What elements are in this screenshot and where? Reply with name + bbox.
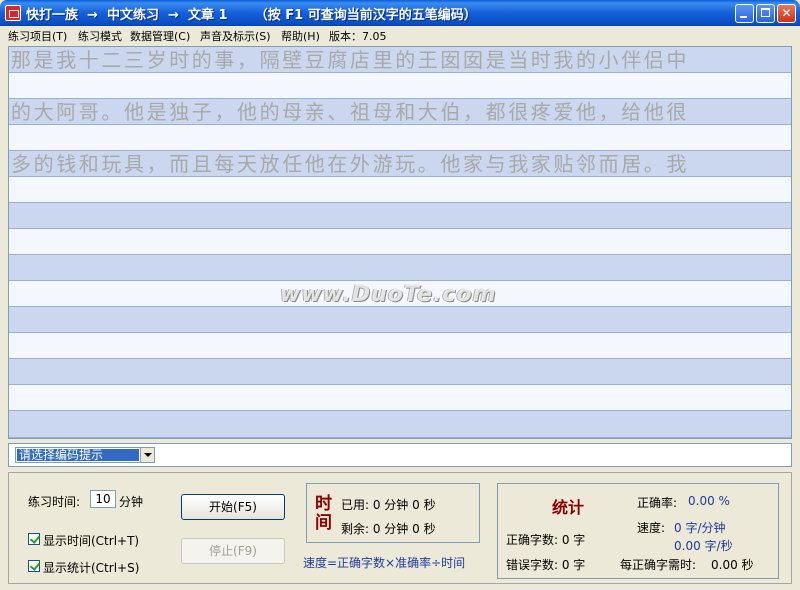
title-bar: 快打一族 → 中文练习 → 文章 1 （按 F1 可查询当前汉字的五笔编码） ✕ (0, 0, 800, 26)
time-remaining: 剩余: 0 分钟 0 秒 (341, 522, 436, 536)
start-button[interactable]: 开始(F5) (181, 494, 285, 520)
text-line-row (9, 203, 791, 229)
time-per-char-label: 每正确字需时: (620, 558, 697, 572)
control-panel: 练习时间: 10 分钟 显示时间(Ctrl+T) 显示统计(Ctrl+S) 开始… (8, 472, 792, 584)
close-icon: ✕ (781, 6, 792, 20)
time-panel: 时 间 已用: 0 分钟 0 秒 剩余: 0 分钟 0 秒 (306, 483, 480, 543)
speed-formula: 速度=正确字数×准确率÷时间 (303, 556, 466, 570)
watermark: www.DuoTe.com (280, 282, 497, 307)
menu-practice-mode[interactable]: 练习模式 (78, 28, 122, 44)
menu-version: 版本：7.05 (329, 30, 387, 43)
text-line-row (9, 255, 791, 281)
typing-input-row[interactable] (9, 125, 791, 151)
minimize-icon (740, 16, 747, 18)
typing-input-row[interactable] (9, 229, 791, 255)
app-icon (5, 5, 21, 21)
accuracy-label: 正确率: (637, 496, 678, 510)
correct-count: 正确字数: 0 字 (506, 533, 586, 547)
encoding-hint-select[interactable]: 请选择编码提示 (15, 447, 155, 463)
stats-title: 统计 (552, 498, 585, 517)
encoding-hint-value: 请选择编码提示 (17, 449, 139, 461)
practice-text-line: 那是我十二三岁时的事，隔壁豆腐店里的王囡囡是当时我的小伴侣中 (11, 48, 689, 72)
menu-bar: 练习项目(T) 练习模式 数据管理(C) 声音及标示(S) 帮助(H) 版本：7… (0, 26, 800, 44)
time-per-char-value: 0.00 秒 (711, 558, 754, 572)
text-line-row: 多的钱和玩具，而且每天放任他在外游玩。他家与我家贴邻而居。我 (9, 151, 791, 177)
close-button[interactable]: ✕ (777, 4, 796, 23)
show-stats-label[interactable]: 显示统计(Ctrl+S) (43, 559, 139, 576)
show-time-label[interactable]: 显示时间(Ctrl+T) (43, 532, 139, 549)
menu-practice-items[interactable]: 练习项目(T) (8, 28, 67, 44)
time-used: 已用: 0 分钟 0 秒 (341, 498, 436, 512)
typing-input-row[interactable] (9, 73, 791, 99)
practice-time-unit: 分钟 (119, 495, 144, 509)
text-line-row (9, 359, 791, 385)
menu-help[interactable]: 帮助(H) (281, 28, 320, 44)
typing-input-row[interactable] (9, 333, 791, 359)
typing-input-row[interactable] (9, 177, 791, 203)
maximize-button[interactable] (756, 4, 775, 23)
stats-panel: 统计 正确字数: 0 字 错误字数: 0 字 正确率: 0.00 % 速度: 0… (497, 483, 779, 579)
show-time-checkbox[interactable] (28, 533, 40, 545)
text-line-row (9, 411, 791, 438)
text-line-row: 那是我十二三岁时的事，隔壁豆腐店里的王囡囡是当时我的小伴侣中 (9, 47, 791, 73)
menu-data-management[interactable]: 数据管理(C) (130, 28, 190, 44)
practice-time-input[interactable]: 10 (90, 490, 116, 508)
typing-input-row[interactable] (9, 385, 791, 411)
show-stats-checkbox[interactable] (28, 560, 40, 572)
window-title: 快打一族 → 中文练习 → 文章 1 （按 F1 可查询当前汉字的五笔编码） (26, 8, 477, 23)
hint-bar: 请选择编码提示 (8, 443, 792, 467)
minimize-button[interactable] (735, 4, 754, 23)
speed-per-min: 0 字/分钟 (674, 521, 726, 535)
stop-button[interactable]: 停止(F9) (181, 538, 285, 564)
menu-sound-markers[interactable]: 声音及标示(S) (200, 28, 271, 44)
text-line-row: 的大阿哥。他是独子，他的母亲、祖母和大伯，都很疼爱他，给他很 (9, 99, 791, 125)
practice-area: 那是我十二三岁时的事，隔壁豆腐店里的王囡囡是当时我的小伴侣中 的大阿哥。他是独子… (8, 46, 792, 439)
accuracy-value: 0.00 % (688, 494, 730, 508)
time-title-2: 间 (315, 513, 332, 533)
maximize-icon (761, 8, 770, 17)
time-title-1: 时 (315, 494, 332, 514)
speed-per-sec: 0.00 字/秒 (674, 539, 733, 553)
practice-text-line: 多的钱和玩具，而且每天放任他在外游玩。他家与我家贴邻而居。我 (11, 152, 689, 176)
dropdown-arrow-icon[interactable] (140, 448, 154, 462)
practice-time-label: 练习时间: (28, 495, 81, 509)
speed-label: 速度: (637, 521, 666, 535)
practice-text-line: 的大阿哥。他是独子，他的母亲、祖母和大伯，都很疼爱他，给他很 (11, 100, 689, 124)
text-line-row (9, 307, 791, 333)
error-count: 错误字数: 0 字 (506, 558, 586, 572)
